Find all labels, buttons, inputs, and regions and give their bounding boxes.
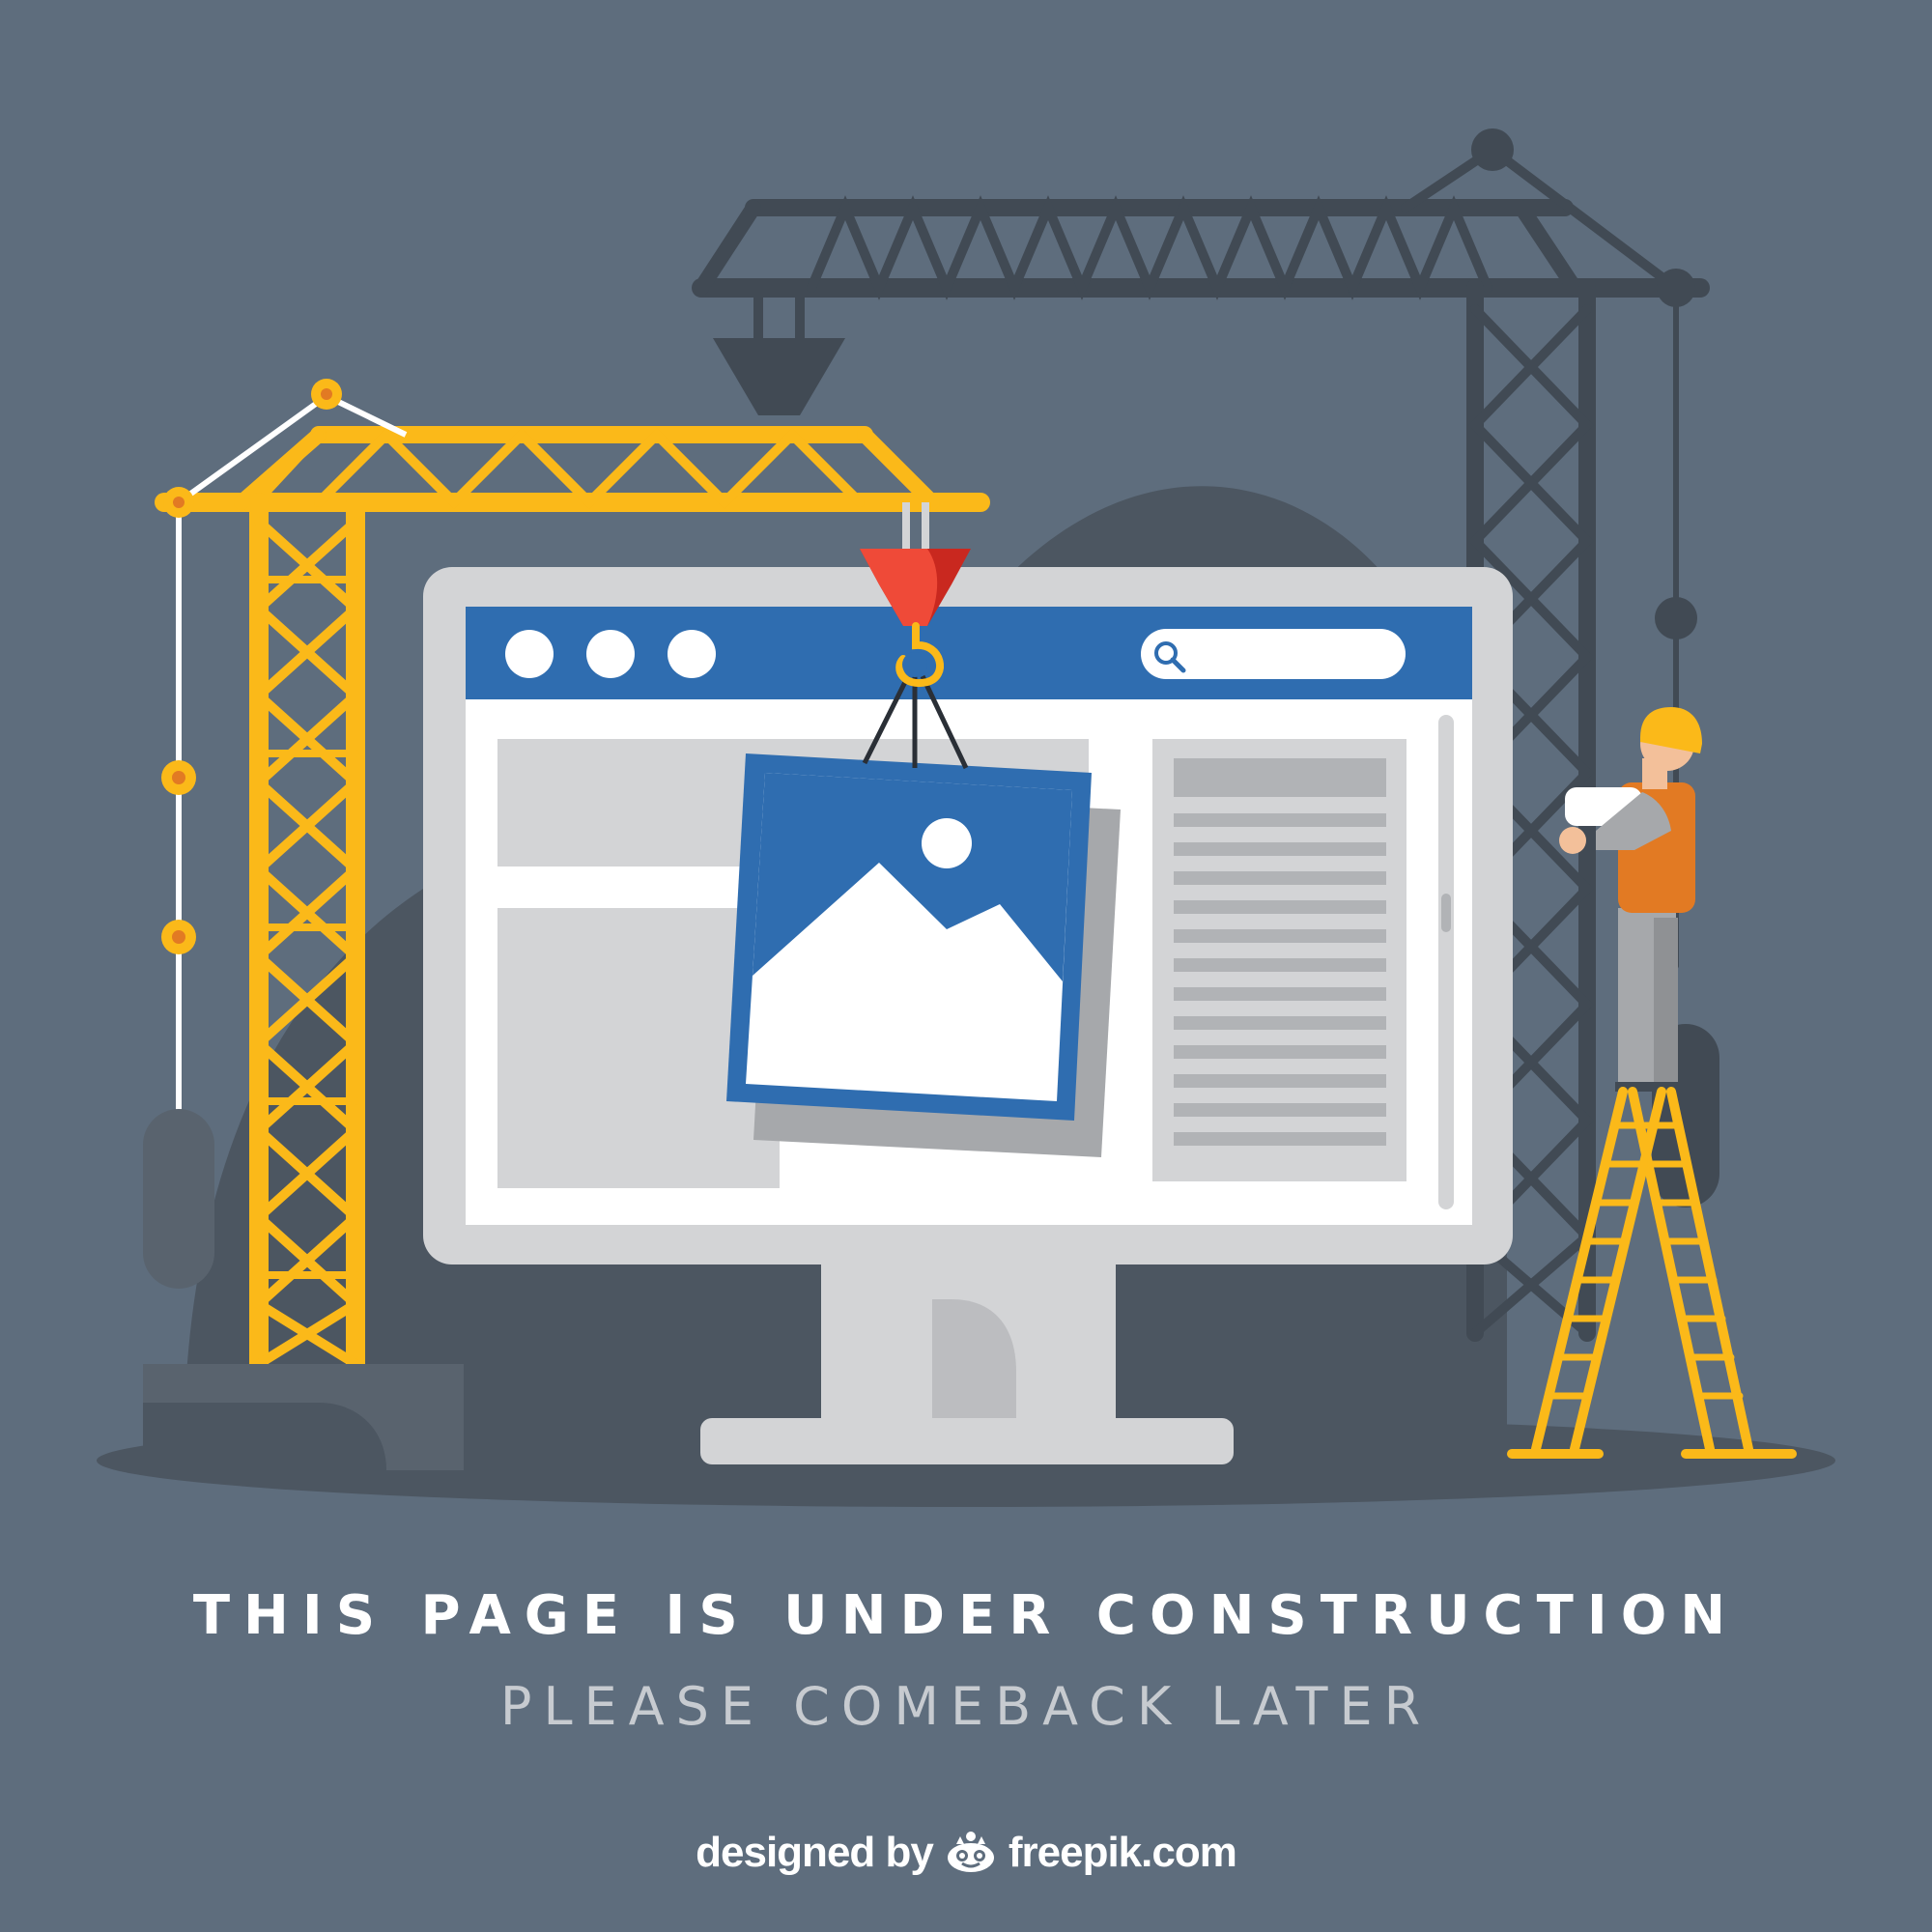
background-crane-weight — [1655, 597, 1697, 639]
freepik-logo-icon — [943, 1831, 999, 1875]
credit-prefix: designed by — [696, 1829, 934, 1876]
under-construction-page: THIS PAGE IS UNDER CONSTRUCTION PLEASE C… — [0, 0, 1932, 1932]
page-title: THIS PAGE IS UNDER CONSTRUCTION — [192, 1584, 1740, 1647]
browser-dot-1 — [505, 630, 554, 678]
background-crane-top-joint — [1471, 128, 1514, 171]
background-crane-joint — [1657, 269, 1695, 307]
browser-dot-2 — [586, 630, 635, 678]
monitor-stand-base — [700, 1418, 1234, 1464]
page-subtitle: PLEASE COMEBACK LATER — [499, 1676, 1433, 1737]
credit-brand[interactable]: freepik.com — [1009, 1829, 1237, 1877]
yellow-crane-counterweight — [143, 1109, 214, 1289]
browser-scrollbar — [1438, 715, 1454, 1209]
browser-search-bar — [1141, 629, 1406, 679]
browser-dot-3 — [668, 630, 716, 678]
ladder — [1507, 1087, 1797, 1459]
background-crane-hopper — [713, 338, 845, 415]
designer-credit: designed by freepik.com — [0, 1829, 1932, 1877]
